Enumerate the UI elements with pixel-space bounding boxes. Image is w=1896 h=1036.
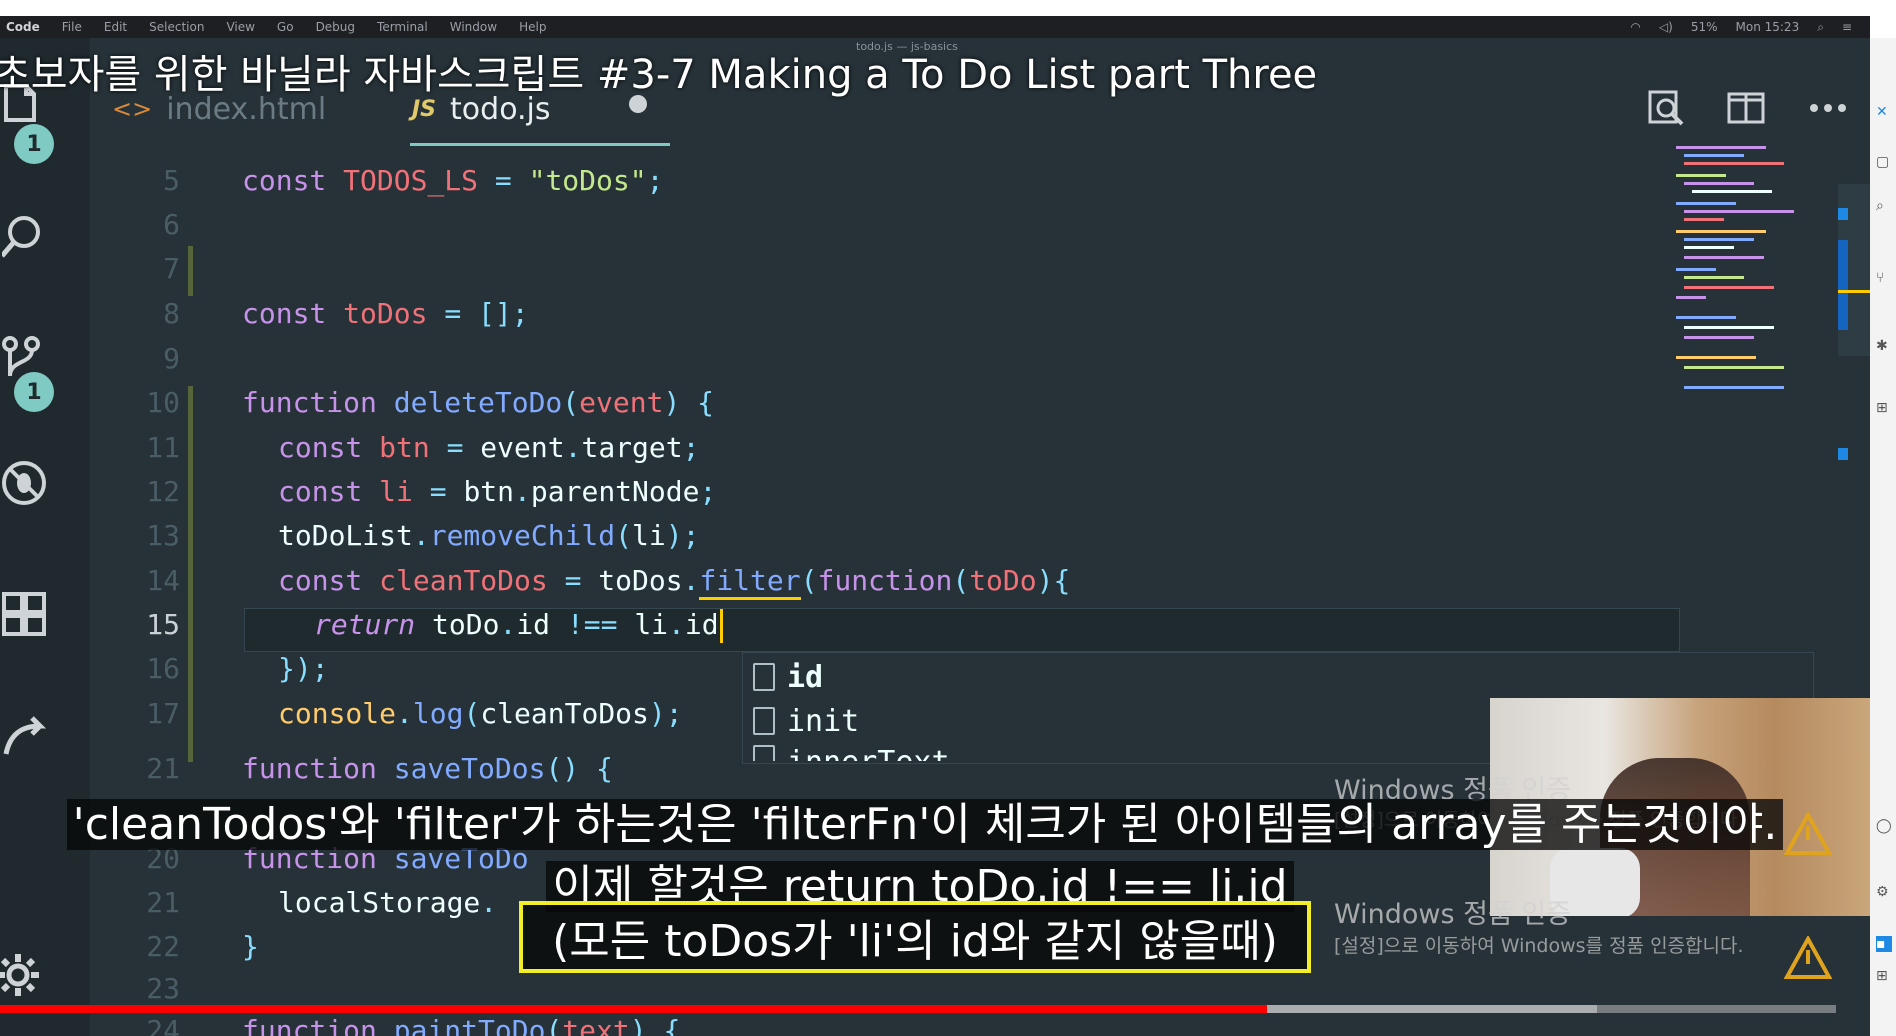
close-icon[interactable]: ✕	[1876, 104, 1892, 120]
suggestion-item[interactable]: init	[753, 701, 859, 741]
menu-file[interactable]: File	[62, 20, 82, 34]
menu-view[interactable]: View	[226, 20, 254, 34]
extensions-icon[interactable]	[2, 590, 52, 640]
status-tray: ◠ ◁) 51% Mon 15:23 ⌕ ≡	[1630, 20, 1870, 35]
indent-guide	[188, 246, 193, 296]
line-number: 23	[146, 972, 180, 1005]
menu-window[interactable]: Window	[450, 20, 497, 34]
suggestion-item[interactable]: innerText	[753, 745, 950, 761]
suggestion-label: init	[787, 703, 860, 739]
debug-icon[interactable]	[2, 458, 52, 508]
code-line-11[interactable]: const btn = event.target;	[278, 431, 699, 464]
code-line-5[interactable]: const TODOS_LS = "toDos";	[242, 164, 663, 197]
code-line-17[interactable]: console.log(cleanToDos);	[278, 697, 683, 730]
code-line-14[interactable]: const cleanToDos = toDos.filter(function…	[278, 564, 1070, 600]
js-file-icon: JS	[412, 96, 437, 122]
line-number: 10	[146, 386, 180, 419]
account-icon[interactable]: ◯	[1876, 818, 1892, 834]
subtitle-line-1: 'cleanTodos'와 'filter'가 하는것은 'filterFn'이…	[0, 788, 1850, 852]
line-number: 22	[146, 930, 180, 963]
code-line-24[interactable]: function paintToDo(text) {	[242, 1014, 680, 1036]
settings-gear-icon[interactable]	[0, 950, 46, 1000]
video-progress-played[interactable]	[0, 1005, 1267, 1013]
indent-guide	[188, 386, 193, 762]
suggestion-item[interactable]: id	[753, 657, 823, 697]
code-line-15[interactable]: return toDo.id !== li.id	[314, 608, 723, 643]
scrollbar-marker	[1838, 208, 1848, 220]
host-window-strip: ✕ ▢ ⌕ ⑂ ✱ ⊞ ◯ ⚙ ▪ ⊞	[1870, 38, 1896, 1036]
code-line-16[interactable]: });	[278, 652, 329, 685]
property-icon	[753, 663, 775, 691]
bug-icon[interactable]: ✱	[1876, 338, 1892, 354]
scrollbar-marker	[1838, 290, 1870, 293]
clock[interactable]: Mon 15:23	[1736, 20, 1800, 34]
line-number: 13	[146, 519, 180, 552]
code-line-8[interactable]: const toDos = [];	[242, 297, 529, 330]
line-number: 24	[146, 1014, 180, 1036]
code-line-10[interactable]: function deleteToDo(event) {	[242, 386, 714, 419]
line-number: 5	[163, 164, 180, 197]
line-number: 16	[146, 652, 180, 685]
more-actions-icon[interactable]	[1808, 88, 1848, 128]
menu-go[interactable]: Go	[277, 20, 294, 34]
search-icon[interactable]: ⌕	[1876, 198, 1892, 214]
line-number: 9	[163, 342, 180, 375]
property-icon	[753, 707, 775, 735]
line-number: 7	[163, 252, 180, 285]
active-tab-indicator	[410, 143, 670, 146]
open-preview-icon[interactable]	[1646, 88, 1686, 128]
line-number: 12	[146, 475, 180, 508]
suggestion-label: innerText	[787, 745, 950, 761]
subtitle-line-3-highlighted: (모든 toDos가 'li'의 id와 같지 않을때)	[519, 901, 1311, 973]
volume-icon[interactable]: ◁)	[1659, 20, 1673, 34]
notification-icon[interactable]: ▪	[1876, 936, 1892, 952]
line-number: 11	[146, 431, 180, 464]
search-icon[interactable]	[0, 212, 52, 262]
windows-start-icon[interactable]: ⊞	[1876, 968, 1892, 984]
line-number: 8	[163, 297, 180, 330]
branch-icon[interactable]: ⑂	[1876, 270, 1892, 286]
activation-watermark-message: [설정]으로 이동하여 Windows를 정품 인증합니다.	[1334, 935, 1744, 957]
explorer-badge: 1	[14, 124, 54, 164]
code-line-22[interactable]: }	[242, 930, 259, 963]
search-icon[interactable]: ⌕	[1817, 20, 1824, 35]
code-line-21[interactable]: function saveToDos() {	[242, 752, 613, 785]
top-border	[0, 0, 1896, 16]
menu-bar: Code File Edit Selection View Go Debug T…	[0, 16, 1870, 38]
suggestion-label: id	[787, 659, 824, 695]
code-const-name: TODOS_LS	[343, 164, 479, 197]
line-number: 14	[146, 564, 180, 597]
copy-icon[interactable]: ▢	[1876, 154, 1892, 170]
code-line-12[interactable]: const li = btn.parentNode;	[278, 475, 716, 508]
line-number: 6	[163, 208, 180, 241]
line-number-current: 15	[146, 608, 180, 641]
line-number: 21	[146, 752, 180, 785]
menu-app[interactable]: Code	[6, 20, 40, 34]
live-share-icon[interactable]	[2, 710, 52, 760]
scrollbar-marker	[1838, 240, 1848, 330]
scm-badge: 1	[14, 372, 54, 412]
warning-icon	[1783, 934, 1833, 980]
menu-terminal[interactable]: Terminal	[377, 20, 428, 34]
gear-icon[interactable]: ⚙	[1876, 884, 1892, 900]
menu-debug[interactable]: Debug	[316, 20, 355, 34]
text-cursor	[719, 609, 723, 643]
menu-edit[interactable]: Edit	[104, 20, 127, 34]
split-editor-icon[interactable]	[1726, 88, 1766, 128]
line-number: 17	[146, 697, 180, 730]
property-icon	[753, 745, 775, 761]
video-frame: Code File Edit Selection View Go Debug T…	[0, 0, 1896, 1036]
extensions-icon[interactable]: ⊞	[1876, 400, 1892, 416]
battery-level[interactable]: 51%	[1691, 20, 1718, 34]
wifi-icon[interactable]: ◠	[1630, 20, 1640, 34]
scrollbar-marker	[1838, 448, 1848, 460]
menu-help[interactable]: Help	[519, 20, 546, 34]
minimap[interactable]	[1676, 146, 1796, 406]
code-line-13[interactable]: toDoList.removeChild(li);	[278, 519, 699, 552]
subtitle-text: 'cleanTodos'와 'filter'가 하는것은 'filterFn'이…	[66, 799, 1784, 850]
menu-selection[interactable]: Selection	[149, 20, 204, 34]
list-icon[interactable]: ≡	[1842, 20, 1852, 34]
video-title-overlay: 초보자를 위한 바닐라 자바스크립트 #3-7 Making a To Do L…	[0, 52, 1318, 98]
